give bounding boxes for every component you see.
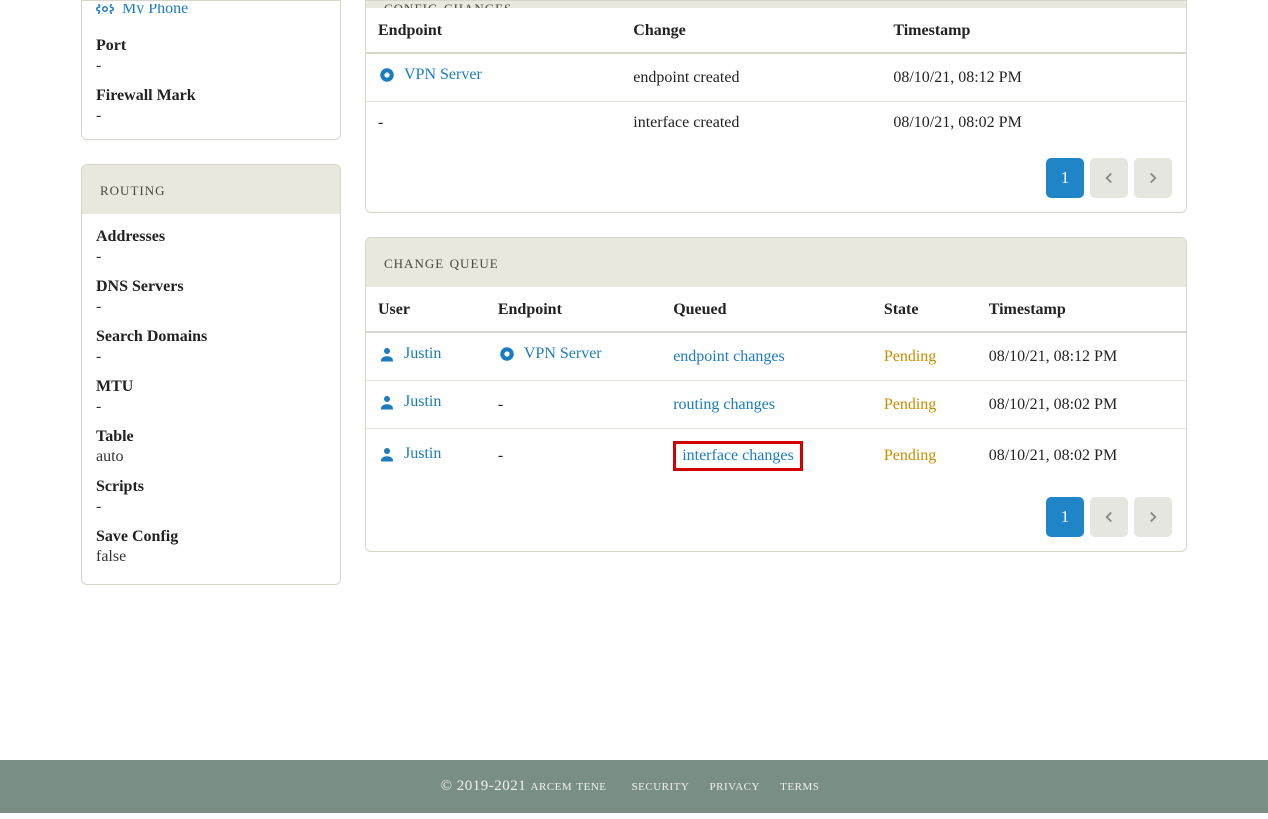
addresses-value: - (96, 248, 326, 266)
firewall-mark-value: - (96, 107, 326, 125)
port-label: Port (96, 37, 326, 55)
page-1-button[interactable]: 1 (1046, 158, 1084, 198)
table-row: Justin - interface changes Pending 08/10/21,… (366, 429, 1186, 484)
device-link-label: My Phone (122, 4, 188, 14)
timestamp-text: 08/10/21, 08:12 PM (893, 69, 1021, 86)
config-changes-header: config changes (365, 0, 1187, 8)
endpoint-name: - (378, 114, 383, 131)
user-name: Justin (404, 345, 441, 363)
footer-link-privacy[interactable]: privacy (710, 778, 760, 794)
config-changes-card: Endpoint Change Timestamp VPN Server endp… (365, 8, 1187, 213)
dns-servers-label: DNS Servers (96, 278, 326, 296)
endpoint-name: - (498, 396, 503, 413)
table-value: auto (96, 448, 326, 466)
search-domains-value: - (96, 348, 326, 366)
routing-header: routing (82, 165, 340, 214)
table-row: Justin - routing changes Pending 08/10/21, 0… (366, 381, 1186, 429)
timestamp-text: 08/10/21, 08:12 PM (989, 348, 1117, 365)
table-label: Table (96, 428, 326, 446)
col-state: State (872, 287, 977, 332)
save-config-value: false (96, 548, 326, 566)
config-changes-pagination: 1 (366, 144, 1186, 212)
footer-link-security[interactable]: security (632, 778, 690, 794)
queued-link[interactable]: endpoint changes (673, 348, 785, 365)
page-prev-button[interactable] (1090, 158, 1128, 198)
user-name: Justin (404, 393, 441, 411)
user-link[interactable]: Justin (378, 445, 441, 463)
endpoint-name: VPN Server (404, 66, 482, 84)
endpoint-link[interactable]: VPN Server (498, 345, 602, 363)
change-text: interface created (633, 114, 739, 131)
user-icon (378, 393, 396, 411)
scripts-label: Scripts (96, 478, 326, 496)
col-endpoint: Endpoint (486, 287, 661, 332)
port-value: - (96, 57, 326, 75)
state-text: Pending (884, 396, 936, 413)
footer: © 2019-2021 arcem tene security privacy … (0, 760, 1268, 813)
col-user: User (366, 287, 486, 332)
endpoint-name: VPN Server (524, 345, 602, 363)
sidebar: My Phone Port - Firewall Mark - routing … (81, 0, 341, 609)
save-config-label: Save Config (96, 528, 326, 546)
state-text: Pending (884, 447, 936, 464)
table-row: Justin VPN Server endpoint changes Pending 0… (366, 332, 1186, 381)
col-change: Change (621, 8, 881, 53)
sidebar-top-card: My Phone Port - Firewall Mark - (81, 0, 341, 140)
search-domains-label: Search Domains (96, 328, 326, 346)
endpoint-icon (498, 345, 516, 363)
page-next-button[interactable] (1134, 158, 1172, 198)
addresses-label: Addresses (96, 228, 326, 246)
change-queue-card: change queue User Endpoint Queued State … (365, 237, 1187, 552)
col-timestamp: Timestamp (881, 8, 1186, 53)
chevron-left-icon (1100, 169, 1118, 187)
footer-link-terms[interactable]: terms (780, 778, 819, 794)
user-link[interactable]: Justin (378, 345, 441, 363)
mtu-value: - (96, 398, 326, 416)
dns-servers-value: - (96, 298, 326, 316)
endpoint-link[interactable]: VPN Server (378, 66, 482, 84)
page-1-button[interactable]: 1 (1046, 497, 1084, 537)
chevron-right-icon (1144, 508, 1162, 526)
routing-card: routing Addresses - DNS Servers - Search… (81, 164, 341, 585)
chevron-right-icon (1144, 169, 1162, 187)
footer-copyright: © 2019-2021 arcem tene (441, 778, 607, 794)
queued-link[interactable]: interface changes (682, 447, 793, 464)
user-link[interactable]: Justin (378, 393, 441, 411)
col-queued: Queued (661, 287, 872, 332)
state-text: Pending (884, 348, 936, 365)
page-prev-button[interactable] (1090, 497, 1128, 537)
col-timestamp: Timestamp (977, 287, 1186, 332)
change-queue-table: User Endpoint Queued State Timestamp Jus… (366, 287, 1186, 483)
gear-icon (96, 4, 114, 14)
timestamp-text: 08/10/21, 08:02 PM (989, 396, 1117, 413)
mtu-label: MTU (96, 378, 326, 396)
chevron-left-icon (1100, 508, 1118, 526)
endpoint-icon (378, 66, 396, 84)
endpoint-name: - (498, 447, 503, 464)
change-text: endpoint created (633, 69, 739, 86)
user-name: Justin (404, 445, 441, 463)
highlight-box: interface changes (673, 441, 802, 471)
scripts-value: - (96, 498, 326, 516)
timestamp-text: 08/10/21, 08:02 PM (893, 114, 1021, 131)
change-queue-header: change queue (366, 238, 1186, 287)
user-icon (378, 445, 396, 463)
col-endpoint: Endpoint (366, 8, 621, 53)
table-row: - interface created 08/10/21, 08:02 PM (366, 102, 1186, 145)
page-next-button[interactable] (1134, 497, 1172, 537)
timestamp-text: 08/10/21, 08:02 PM (989, 447, 1117, 464)
main-content: config changes Endpoint Change Timestamp… (365, 0, 1187, 576)
config-changes-table: Endpoint Change Timestamp VPN Server endp… (366, 8, 1186, 144)
table-row: VPN Server endpoint created 08/10/21, 08:1… (366, 53, 1186, 102)
change-queue-pagination: 1 (366, 483, 1186, 551)
queued-link[interactable]: routing changes (673, 396, 775, 413)
firewall-mark-label: Firewall Mark (96, 87, 326, 105)
device-link-my-phone[interactable]: My Phone (96, 4, 188, 14)
user-icon (378, 345, 396, 363)
